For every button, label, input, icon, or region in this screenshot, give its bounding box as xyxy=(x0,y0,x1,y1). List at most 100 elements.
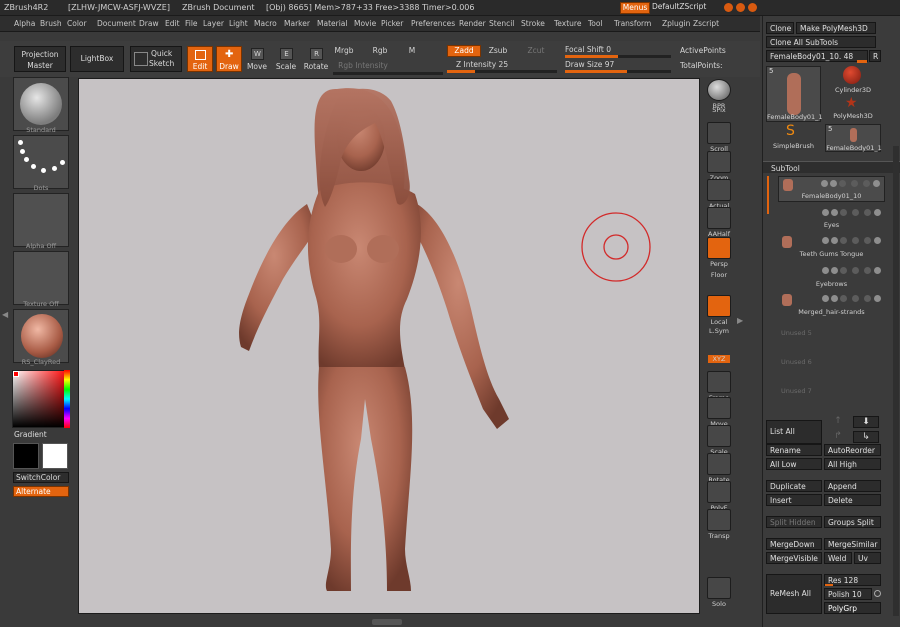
frame-icon[interactable] xyxy=(707,371,731,393)
r-button[interactable]: R xyxy=(869,50,881,62)
subtool-toggle-dot[interactable] xyxy=(852,209,859,216)
visibility-eye-icon[interactable] xyxy=(874,295,881,302)
move-button[interactable]: W Move xyxy=(245,46,269,72)
list-all-button[interactable]: List All xyxy=(766,420,822,444)
current-tool-slider[interactable]: FemaleBody01_10. 48 xyxy=(766,50,868,62)
menu-transform[interactable]: Transform xyxy=(614,19,651,28)
visibility-eye-icon[interactable] xyxy=(874,209,881,216)
subtool-toggle-dot[interactable] xyxy=(864,237,871,244)
spix-label[interactable]: SPix xyxy=(704,106,734,114)
zadd-button[interactable]: Zadd xyxy=(447,45,481,57)
menu-preferences[interactable]: Preferences xyxy=(411,19,455,28)
auto-reorder-button[interactable]: AutoReorder xyxy=(824,444,881,456)
brush-thumbnail[interactable] xyxy=(13,77,69,131)
texture-thumbnail[interactable] xyxy=(13,251,69,305)
tool-panel-scrollbar[interactable] xyxy=(893,146,899,616)
floor-label[interactable]: Floor xyxy=(704,271,734,279)
menu-macro[interactable]: Macro xyxy=(254,19,277,28)
visibility-eye-icon[interactable] xyxy=(873,180,880,187)
menu-light[interactable]: Light xyxy=(229,19,248,28)
all-high-button[interactable]: All High xyxy=(824,458,881,470)
subtool-toggle-dot[interactable] xyxy=(864,209,871,216)
maximize-icon[interactable] xyxy=(736,3,745,12)
tool-thumb-polymesh[interactable]: ★ PolyMesh3D xyxy=(825,96,881,122)
scroll-icon[interactable] xyxy=(707,122,731,144)
tool-thumb-cylinder[interactable]: Cylinder3D xyxy=(825,66,881,96)
menu-marker[interactable]: Marker xyxy=(284,19,310,28)
document-canvas[interactable] xyxy=(78,78,700,614)
menu-zscript[interactable]: Zscript xyxy=(693,19,719,28)
tool-thumb-femalebody[interactable]: 5 FemaleBody01_1 xyxy=(766,66,823,122)
menu-layer[interactable]: Layer xyxy=(203,19,224,28)
menu-picker[interactable]: Picker xyxy=(381,19,403,28)
default-zscript-button[interactable]: DefaultZScript xyxy=(652,2,718,14)
zsub-button[interactable]: Zsub xyxy=(486,46,510,57)
scale-icon[interactable] xyxy=(707,425,731,447)
remesh-all-button[interactable]: ReMesh All xyxy=(766,574,822,614)
subtool-toggle-dot[interactable] xyxy=(852,237,859,244)
subtool-toggle-dot[interactable] xyxy=(822,267,829,274)
subtool-header[interactable]: SubTool xyxy=(763,161,900,173)
menu-render[interactable]: Render xyxy=(459,19,486,28)
lightbox-button[interactable]: LightBox xyxy=(70,46,124,72)
alternate-button[interactable]: Alternate xyxy=(13,486,69,497)
subtool-toggle-dot[interactable] xyxy=(852,295,859,302)
tool-thumb-femalebody-2[interactable]: 5 FemaleBody01_1 xyxy=(825,124,882,152)
all-low-button[interactable]: All Low xyxy=(766,458,822,470)
move-down-alt-icon[interactable]: ↳ xyxy=(853,431,879,443)
rotate-button[interactable]: R Rotate xyxy=(303,46,329,72)
menu-draw[interactable]: Draw xyxy=(139,19,159,28)
subtool-toggle-dot[interactable] xyxy=(831,237,838,244)
menu-stroke[interactable]: Stroke xyxy=(521,19,545,28)
mrgb-button[interactable]: Mrgb xyxy=(333,46,355,57)
stroke-thumbnail[interactable] xyxy=(13,135,69,189)
menu-texture[interactable]: Texture xyxy=(554,19,581,28)
gradient-label[interactable]: Gradient xyxy=(14,430,47,439)
close-icon[interactable] xyxy=(748,3,757,12)
rgb-intensity-slider[interactable] xyxy=(333,72,443,75)
menu-file[interactable]: File xyxy=(185,19,198,28)
subtool-toggle-dot[interactable] xyxy=(840,267,847,274)
zcut-button[interactable]: Zcut xyxy=(524,46,548,57)
merge-similar-button[interactable]: MergeSimilar xyxy=(824,538,881,550)
move-down-icon[interactable]: ⬇ xyxy=(853,416,879,428)
subtool-toggle-dot[interactable] xyxy=(831,267,838,274)
polish-slider[interactable]: Polish 10 xyxy=(824,588,872,600)
minimize-icon[interactable] xyxy=(724,3,733,12)
visibility-eye-icon[interactable] xyxy=(874,267,881,274)
alpha-thumbnail[interactable] xyxy=(13,193,69,247)
xyz-label[interactable]: XYZ xyxy=(708,355,730,363)
subtool-toggle-dot[interactable] xyxy=(822,209,829,216)
subtool-toggle-dot[interactable] xyxy=(822,295,829,302)
menu-brush[interactable]: Brush xyxy=(40,19,62,28)
subtool-toggle-dot[interactable] xyxy=(822,237,829,244)
tool-thumb-simplebrush[interactable]: S SimpleBrush xyxy=(766,124,821,152)
right-tray-arrow-icon[interactable]: ▶ xyxy=(737,316,745,330)
polish-toggle-icon[interactable] xyxy=(874,590,881,597)
secondary-color-swatch[interactable] xyxy=(42,443,68,469)
subtool-toggle-dot[interactable] xyxy=(840,237,847,244)
subtool-toggle-dot[interactable] xyxy=(830,180,837,187)
rotate-icon[interactable] xyxy=(707,453,731,475)
bpr-icon[interactable] xyxy=(707,79,731,101)
menus-button[interactable]: Menus xyxy=(620,2,650,14)
solo-icon[interactable] xyxy=(707,577,731,599)
menu-movie[interactable]: Movie xyxy=(354,19,376,28)
subtool-toggle-dot[interactable] xyxy=(839,180,846,187)
menu-tool[interactable]: Tool xyxy=(588,19,603,28)
menu-alpha[interactable]: Alpha xyxy=(14,19,35,28)
m-button[interactable]: M xyxy=(406,46,418,57)
groups-split-button[interactable]: Groups Split xyxy=(824,516,881,528)
clone-button[interactable]: Clone xyxy=(766,22,794,34)
material-thumbnail[interactable] xyxy=(13,309,69,363)
aahalf-icon[interactable] xyxy=(707,207,731,229)
menu-edit[interactable]: Edit xyxy=(165,19,180,28)
menu-color[interactable]: Color xyxy=(67,19,87,28)
zoom-icon[interactable] xyxy=(707,151,731,173)
make-polymesh-button[interactable]: Make PolyMesh3D xyxy=(796,22,876,34)
switch-color-button[interactable]: SwitchColor xyxy=(13,472,69,483)
rgb-button[interactable]: Rgb xyxy=(370,46,390,57)
actual-icon[interactable] xyxy=(707,179,731,201)
clone-all-subtools-button[interactable]: Clone All SubTools xyxy=(766,36,876,48)
subtool-toggle-dot[interactable] xyxy=(831,209,838,216)
